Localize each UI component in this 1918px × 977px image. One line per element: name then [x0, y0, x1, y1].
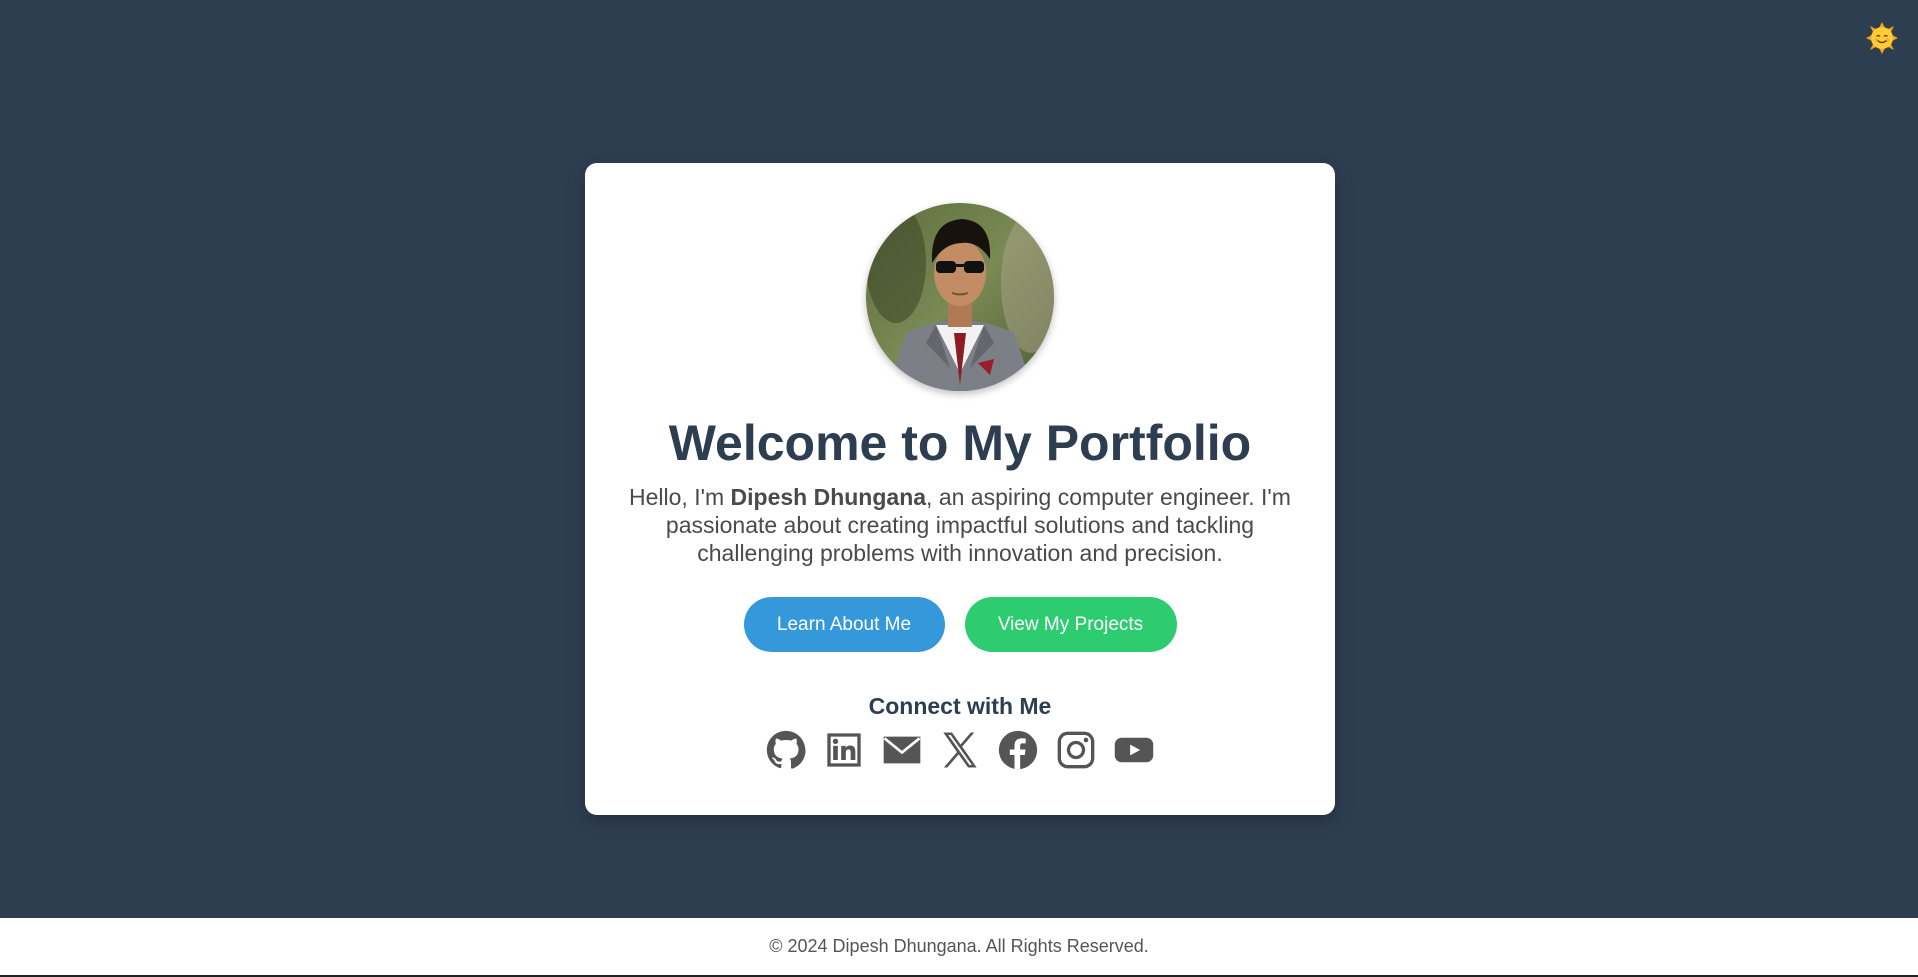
x-twitter-link[interactable] — [940, 730, 980, 770]
intro-prefix: Hello, I'm — [629, 484, 731, 510]
instagram-link[interactable] — [1056, 730, 1096, 770]
intro-text: Hello, I'm Dipesh Dhungana, an aspiring … — [625, 483, 1295, 567]
intro-card: Welcome to My Portfolio Hello, I'm Dipes… — [585, 163, 1335, 815]
github-icon — [766, 730, 806, 769]
cta-buttons: Learn About Me View My Projects — [585, 597, 1335, 652]
profile-photo — [866, 203, 1054, 391]
github-link[interactable] — [766, 730, 806, 770]
view-projects-button[interactable]: View My Projects — [964, 597, 1177, 652]
page-title: Welcome to My Portfolio — [668, 415, 1252, 471]
learn-about-me-button[interactable]: Learn About Me — [743, 597, 945, 652]
theme-toggle-sun-icon[interactable] — [1866, 22, 1898, 54]
facebook-link[interactable] — [998, 730, 1038, 770]
x-twitter-icon — [943, 732, 977, 768]
youtube-icon — [1114, 737, 1154, 763]
footer: © 2024 Dipesh Dhungana. All Rights Reser… — [0, 918, 1918, 977]
profile-avatar — [866, 203, 1054, 391]
email-link[interactable] — [882, 730, 922, 770]
linkedin-icon — [827, 733, 861, 767]
facebook-icon — [998, 730, 1038, 770]
linkedin-link[interactable] — [824, 730, 864, 770]
email-icon — [883, 736, 921, 764]
owner-name: Dipesh Dhungana — [730, 484, 927, 510]
sun-icon — [1866, 22, 1898, 54]
youtube-link[interactable] — [1114, 730, 1154, 770]
social-links — [585, 730, 1335, 770]
connect-heading: Connect with Me — [868, 693, 1052, 719]
instagram-icon — [1057, 731, 1095, 769]
copyright-text: © 2024 Dipesh Dhungana. All Rights Reser… — [769, 936, 1149, 956]
